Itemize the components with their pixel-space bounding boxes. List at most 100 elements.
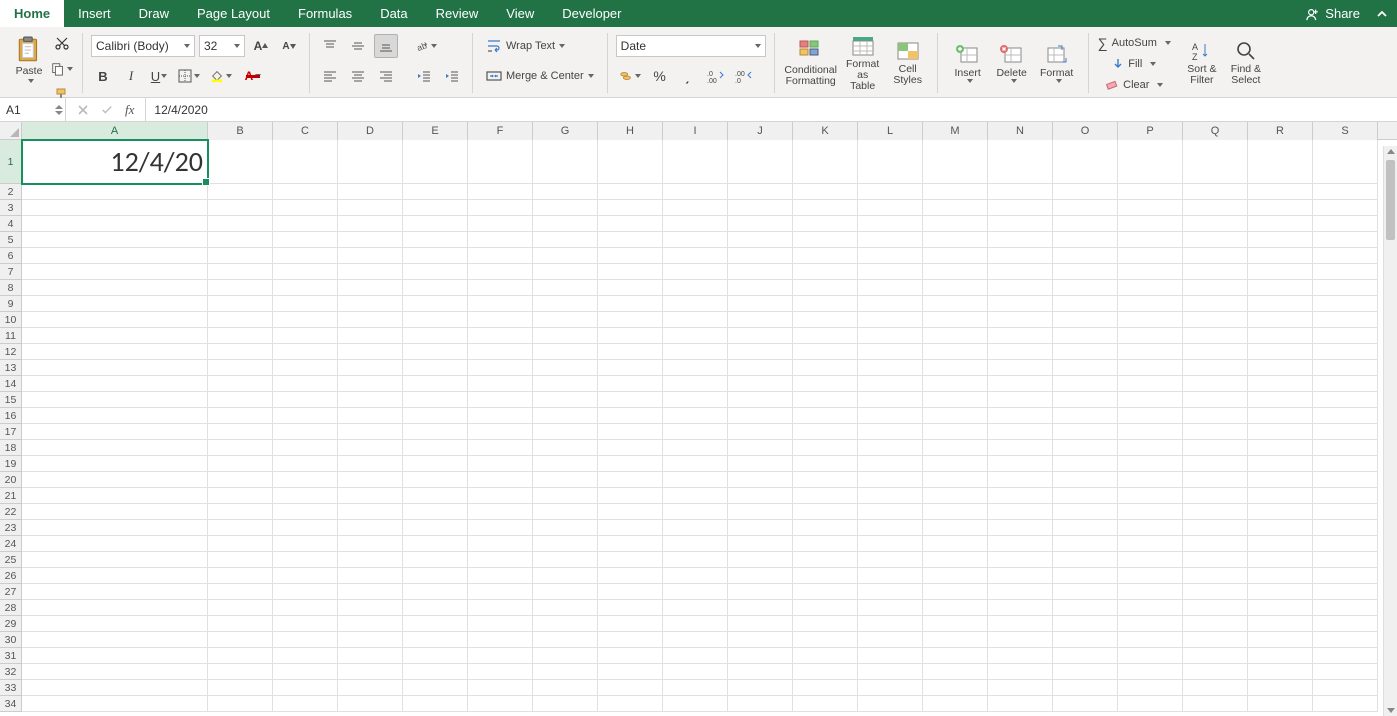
cell[interactable]: [598, 200, 663, 216]
column-header[interactable]: M: [923, 122, 988, 140]
cell[interactable]: [923, 264, 988, 280]
cell[interactable]: [793, 664, 858, 680]
cell[interactable]: [1313, 504, 1378, 520]
cell[interactable]: [1313, 600, 1378, 616]
cell[interactable]: [338, 520, 403, 536]
cell[interactable]: [208, 472, 273, 488]
cell[interactable]: [338, 344, 403, 360]
cell[interactable]: [1053, 632, 1118, 648]
cell[interactable]: [403, 472, 468, 488]
cell[interactable]: [1248, 584, 1313, 600]
cell[interactable]: [533, 520, 598, 536]
cell[interactable]: [923, 424, 988, 440]
cell[interactable]: [728, 440, 793, 456]
cell[interactable]: [468, 584, 533, 600]
cell[interactable]: [22, 504, 208, 520]
cell[interactable]: [1183, 488, 1248, 504]
format-cells-button[interactable]: Format: [1034, 31, 1080, 95]
cell[interactable]: [273, 504, 338, 520]
cell[interactable]: [1313, 616, 1378, 632]
cell[interactable]: [403, 488, 468, 504]
column-header[interactable]: S: [1313, 122, 1378, 140]
cell[interactable]: [208, 200, 273, 216]
cell[interactable]: [403, 312, 468, 328]
cell[interactable]: [468, 248, 533, 264]
cell[interactable]: [338, 184, 403, 200]
cell[interactable]: [1248, 200, 1313, 216]
tab-home[interactable]: Home: [0, 0, 64, 27]
cell[interactable]: [273, 696, 338, 712]
cell[interactable]: [468, 440, 533, 456]
cell[interactable]: [208, 456, 273, 472]
cell[interactable]: [533, 184, 598, 200]
cell[interactable]: [598, 520, 663, 536]
cell[interactable]: [858, 264, 923, 280]
cell[interactable]: [858, 616, 923, 632]
cell[interactable]: [728, 616, 793, 632]
cell[interactable]: [988, 680, 1053, 696]
cell[interactable]: [923, 552, 988, 568]
cell[interactable]: [598, 184, 663, 200]
cell[interactable]: [403, 680, 468, 696]
cell[interactable]: [1248, 616, 1313, 632]
cell[interactable]: [1118, 264, 1183, 280]
cell[interactable]: [663, 520, 728, 536]
cell[interactable]: [1248, 472, 1313, 488]
cell[interactable]: [1053, 680, 1118, 696]
cell[interactable]: [208, 376, 273, 392]
cell[interactable]: [533, 312, 598, 328]
cell[interactable]: [403, 648, 468, 664]
cell[interactable]: [663, 504, 728, 520]
cell[interactable]: [1053, 408, 1118, 424]
cell[interactable]: [793, 248, 858, 264]
cell[interactable]: [793, 504, 858, 520]
cell[interactable]: [793, 408, 858, 424]
cell[interactable]: [663, 632, 728, 648]
column-header[interactable]: L: [858, 122, 923, 140]
cell[interactable]: [1248, 312, 1313, 328]
row-header[interactable]: 6: [0, 248, 22, 264]
insert-cells-button[interactable]: Insert: [946, 31, 990, 95]
cell[interactable]: [1313, 264, 1378, 280]
row-header[interactable]: 12: [0, 344, 22, 360]
cell[interactable]: [273, 408, 338, 424]
cell[interactable]: [273, 264, 338, 280]
cell[interactable]: [1118, 140, 1183, 184]
cell[interactable]: [858, 200, 923, 216]
cell[interactable]: [1313, 552, 1378, 568]
cell[interactable]: [598, 232, 663, 248]
cell[interactable]: [22, 648, 208, 664]
cell[interactable]: [663, 648, 728, 664]
cell[interactable]: [923, 584, 988, 600]
cell[interactable]: [22, 344, 208, 360]
cell[interactable]: [598, 312, 663, 328]
cell[interactable]: [988, 328, 1053, 344]
cell[interactable]: [338, 200, 403, 216]
cell[interactable]: [598, 328, 663, 344]
cell[interactable]: [273, 248, 338, 264]
cell[interactable]: [273, 648, 338, 664]
cell[interactable]: [273, 360, 338, 376]
cell[interactable]: [1118, 296, 1183, 312]
cell[interactable]: [663, 600, 728, 616]
cell[interactable]: [1248, 648, 1313, 664]
cell[interactable]: [598, 280, 663, 296]
column-header[interactable]: P: [1118, 122, 1183, 140]
cell[interactable]: [468, 140, 533, 184]
cell[interactable]: [858, 280, 923, 296]
cell[interactable]: [468, 312, 533, 328]
cell[interactable]: [728, 408, 793, 424]
cell[interactable]: [663, 424, 728, 440]
cell[interactable]: [468, 392, 533, 408]
cell[interactable]: [468, 344, 533, 360]
cell[interactable]: [858, 296, 923, 312]
cell[interactable]: [468, 664, 533, 680]
cell[interactable]: [858, 312, 923, 328]
align-right-button[interactable]: [374, 64, 398, 88]
cell[interactable]: [858, 440, 923, 456]
tab-data[interactable]: Data: [366, 0, 421, 27]
cell[interactable]: [208, 504, 273, 520]
number-format-combo[interactable]: Date: [616, 35, 766, 57]
sort-filter-button[interactable]: AZ Sort & Filter: [1180, 31, 1224, 95]
cell[interactable]: [728, 504, 793, 520]
